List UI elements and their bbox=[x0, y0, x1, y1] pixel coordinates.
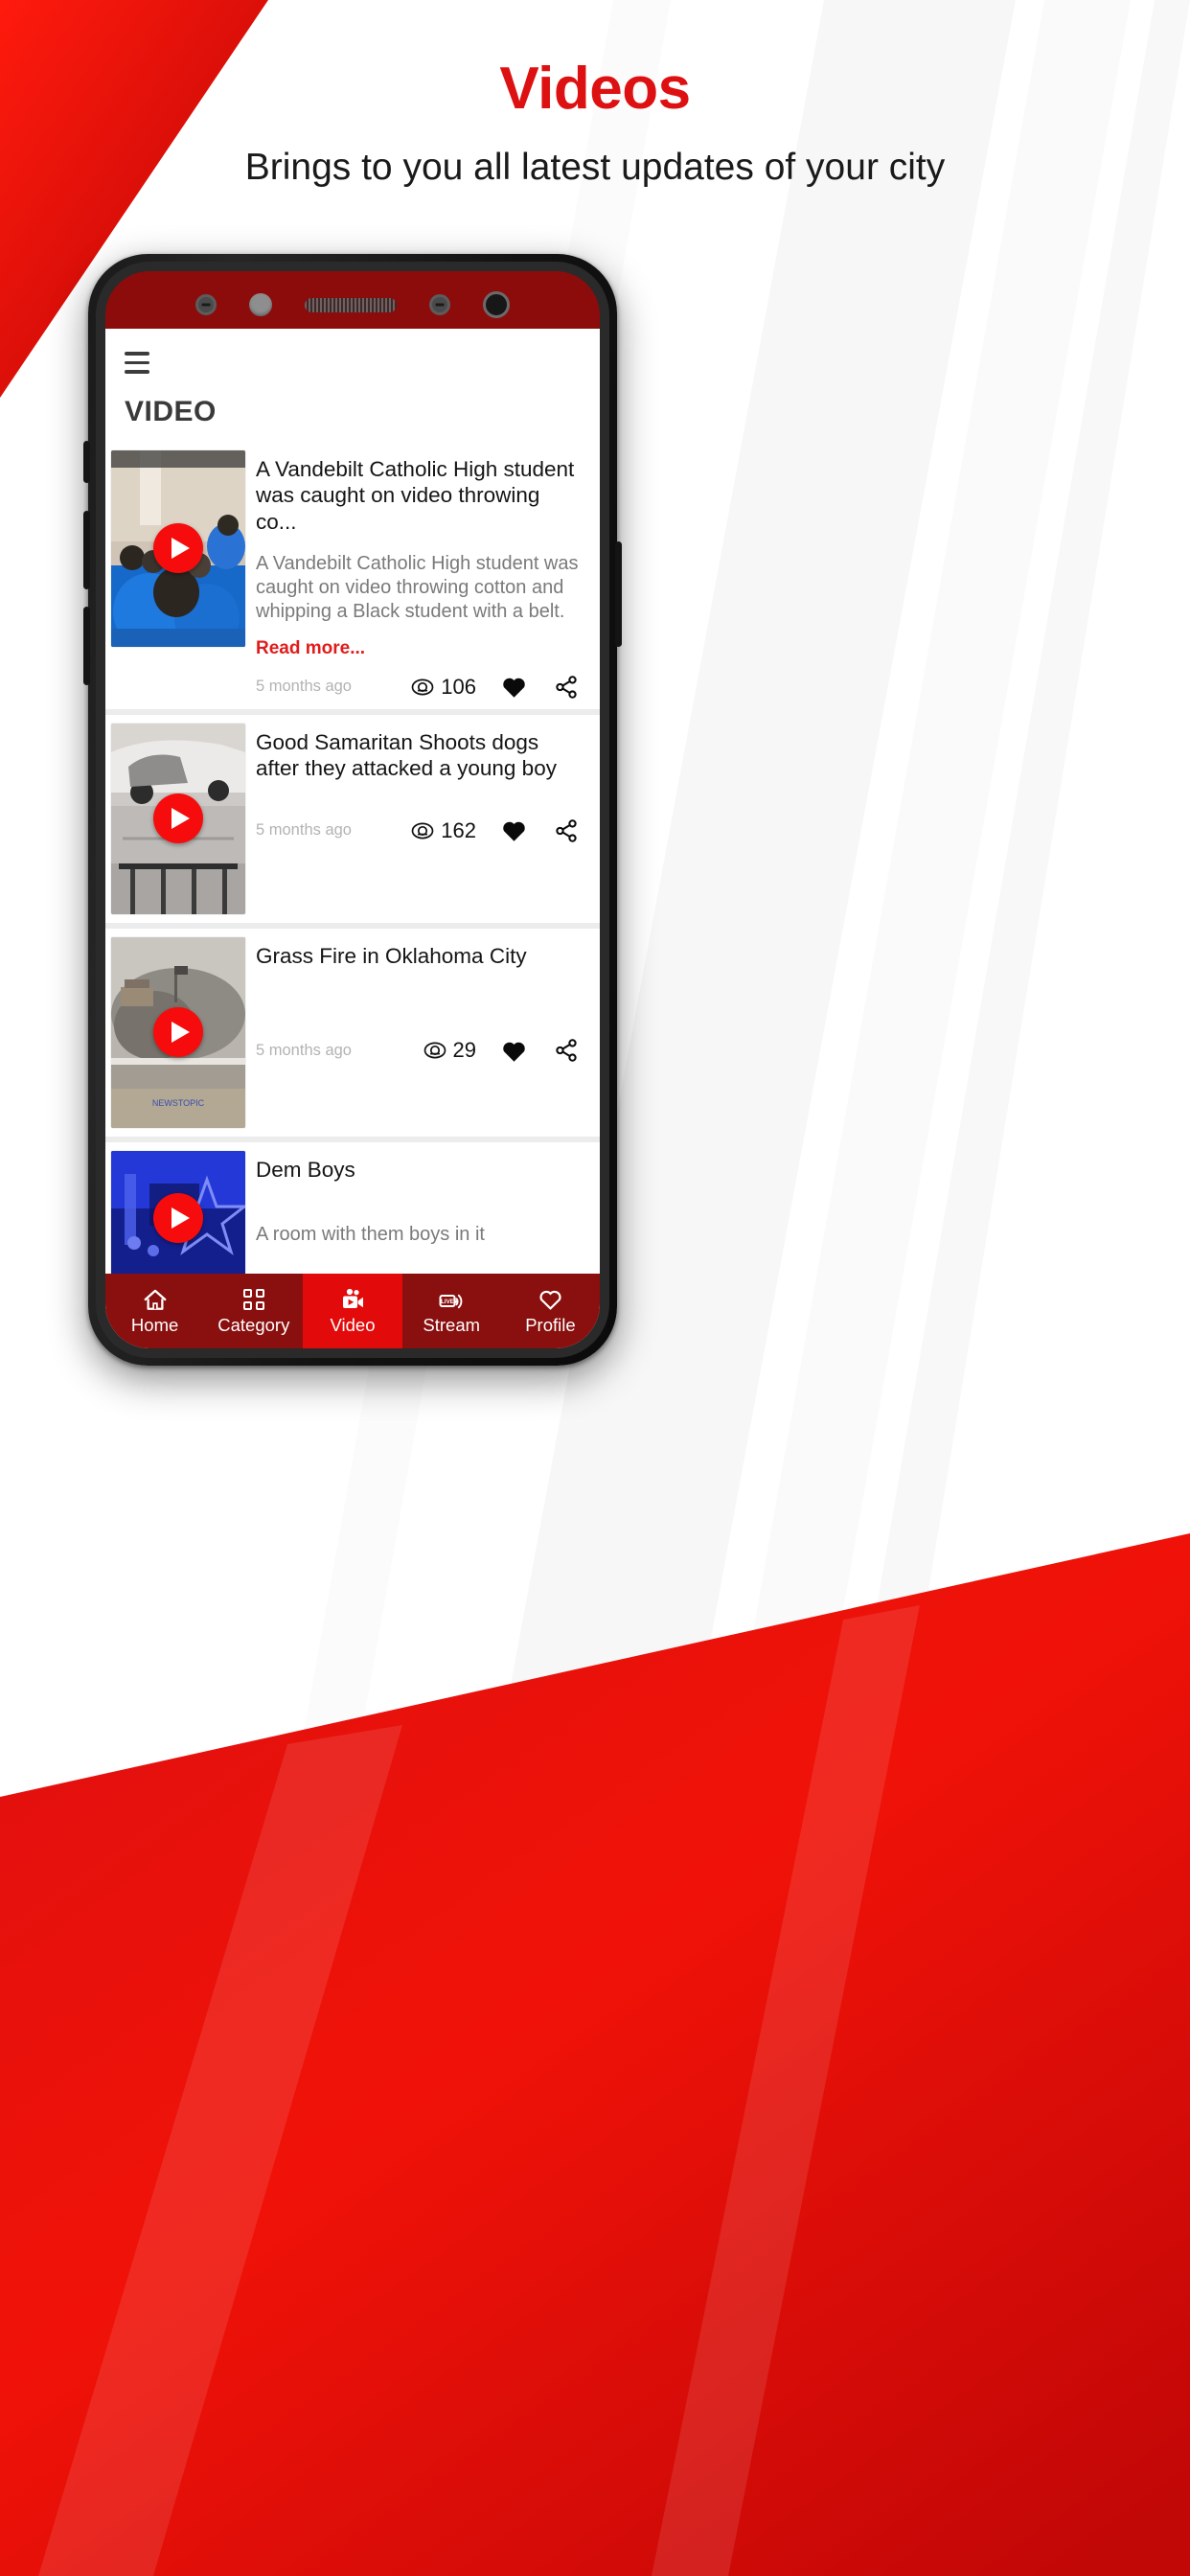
heart-filled-icon[interactable] bbox=[501, 675, 527, 699]
share-icon[interactable] bbox=[554, 675, 579, 700]
eye-icon bbox=[411, 678, 434, 696]
view-count-value: 29 bbox=[452, 1038, 476, 1063]
view-count-value: 162 bbox=[441, 817, 476, 842]
nav-item-category[interactable]: Category bbox=[204, 1274, 303, 1348]
share-icon[interactable] bbox=[554, 818, 579, 843]
video-meta: 5 months ago 162 bbox=[256, 818, 584, 853]
nav-label: Video bbox=[330, 1315, 376, 1336]
video-meta: 5 months ago 106 bbox=[256, 675, 584, 709]
video-title: Good Samaritan Shoots dogs after they at… bbox=[256, 729, 557, 781]
bottom-navigation: Home Category Video LIVE Stream Profile bbox=[105, 1274, 600, 1348]
nav-label: Category bbox=[217, 1315, 290, 1336]
video-thumbnail[interactable] bbox=[111, 1150, 245, 1274]
view-count: 106 bbox=[411, 675, 476, 700]
nav-label: Stream bbox=[423, 1315, 481, 1336]
live-stream-icon: LIVE bbox=[438, 1287, 465, 1312]
front-camera-dot-icon bbox=[249, 293, 272, 316]
eye-icon bbox=[423, 1042, 446, 1059]
svg-text:LIVE: LIVE bbox=[441, 1299, 454, 1305]
phone-screen: VIDEO A Vandebilt Catholic High student … bbox=[105, 329, 600, 1348]
heart-filled-icon[interactable] bbox=[501, 1039, 527, 1063]
eye-icon bbox=[411, 822, 434, 840]
app-bar: VIDEO bbox=[105, 329, 600, 442]
video-body: Grass Fire in Oklahoma City 5 months ago bbox=[256, 937, 600, 1073]
nav-item-profile[interactable]: Profile bbox=[501, 1274, 600, 1348]
proximity-sensor-icon bbox=[195, 294, 217, 315]
home-icon bbox=[143, 1287, 168, 1312]
volume-up-button[interactable] bbox=[83, 511, 90, 589]
grid-icon bbox=[242, 1287, 264, 1312]
svg-text:NEWSTOPIC: NEWSTOPIC bbox=[152, 1098, 205, 1108]
sensor-array bbox=[88, 288, 617, 322]
front-camera-lens-icon bbox=[483, 291, 510, 318]
heart-filled-icon[interactable] bbox=[501, 818, 527, 842]
hamburger-menu-icon[interactable] bbox=[125, 352, 149, 374]
view-count: 162 bbox=[411, 818, 476, 843]
video-timestamp: 5 months ago bbox=[256, 821, 352, 840]
video-list[interactable]: A Vandebilt Catholic High student was ca… bbox=[105, 441, 600, 1274]
volume-down-button[interactable] bbox=[83, 607, 90, 685]
video-body: Good Samaritan Shoots dogs after they at… bbox=[256, 724, 600, 853]
read-more-link[interactable]: Read more... bbox=[256, 638, 584, 659]
video-card[interactable]: Good Samaritan Shoots dogs after they at… bbox=[105, 714, 600, 929]
screen-title: VIDEO bbox=[125, 395, 217, 427]
phone-mockup: VIDEO A Vandebilt Catholic High student … bbox=[83, 254, 622, 1366]
video-thumbnail[interactable] bbox=[111, 723, 245, 914]
video-thumbnail[interactable]: NEWSTOPIC bbox=[111, 936, 245, 1128]
earpiece-speaker-icon bbox=[305, 297, 397, 312]
share-icon[interactable] bbox=[554, 1038, 579, 1063]
video-body: Dem Boys A room with them boys in it bbox=[256, 1151, 600, 1248]
video-card[interactable]: Dem Boys A room with them boys in it bbox=[105, 1141, 600, 1274]
video-title: A Vandebilt Catholic High student was ca… bbox=[256, 456, 575, 534]
video-thumbnail[interactable] bbox=[111, 449, 245, 647]
video-description: A room with them boys in it bbox=[256, 1224, 485, 1246]
video-description: A Vandebilt Catholic High student was ca… bbox=[256, 552, 579, 622]
proximity-sensor-2-icon bbox=[429, 294, 450, 315]
play-icon[interactable] bbox=[153, 794, 203, 844]
mute-switch[interactable] bbox=[83, 441, 90, 483]
video-camera-icon bbox=[339, 1287, 366, 1312]
video-meta: 5 months ago 29 bbox=[256, 1038, 584, 1072]
power-button[interactable] bbox=[615, 541, 622, 647]
view-count: 29 bbox=[423, 1038, 476, 1063]
nav-item-stream[interactable]: LIVE Stream bbox=[402, 1274, 501, 1348]
video-body: A Vandebilt Catholic High student was ca… bbox=[256, 450, 600, 709]
heart-outline-icon bbox=[538, 1287, 563, 1312]
nav-label: Profile bbox=[525, 1315, 576, 1336]
video-card[interactable]: NEWSTOPIC Grass Fire in Oklahoma City 5 … bbox=[105, 928, 600, 1142]
play-icon[interactable] bbox=[153, 1192, 203, 1243]
video-timestamp: 5 months ago bbox=[256, 1041, 352, 1059]
video-card[interactable]: A Vandebilt Catholic High student was ca… bbox=[105, 441, 600, 715]
view-count-value: 106 bbox=[441, 674, 476, 699]
play-icon[interactable] bbox=[153, 1007, 203, 1058]
video-title: Grass Fire in Oklahoma City bbox=[256, 943, 527, 968]
nav-label: Home bbox=[130, 1315, 179, 1336]
play-icon[interactable] bbox=[153, 523, 203, 573]
nav-item-home[interactable]: Home bbox=[105, 1274, 204, 1348]
nav-item-video[interactable]: Video bbox=[303, 1274, 402, 1348]
video-timestamp: 5 months ago bbox=[256, 678, 352, 696]
video-title: Dem Boys bbox=[256, 1157, 355, 1182]
